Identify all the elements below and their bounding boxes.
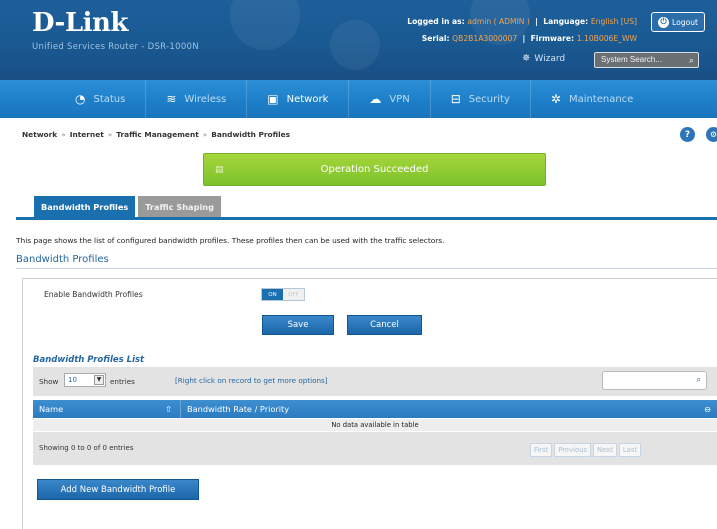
- settings-icon[interactable]: ⚙: [706, 127, 717, 142]
- nav-label: Maintenance: [568, 93, 634, 105]
- tab-bandwidth-profiles[interactable]: Bandwidth Profiles: [34, 196, 136, 217]
- nav-item-vpn[interactable]: ☁ VPN: [349, 80, 431, 118]
- add-bandwidth-profile-button[interactable]: Add New Bandwidth Profile: [37, 479, 199, 500]
- pager-next-button[interactable]: Next: [593, 443, 617, 457]
- showing-entries-text: Showing 0 to 0 of 0 entries: [39, 444, 134, 452]
- language-value[interactable]: English [US]: [591, 17, 637, 26]
- firmware-label: Firmware:: [530, 34, 575, 43]
- breadcrumb: Network» Internet» Traffic Management» Band…: [22, 130, 290, 139]
- logo: D-Link: [32, 8, 128, 38]
- enable-bandwidth-profiles-toggle[interactable]: ON OFF: [261, 288, 305, 301]
- success-message: Operation Succeeded: [320, 164, 429, 175]
- breadcrumb-separator: »: [202, 130, 208, 139]
- column-name[interactable]: Name ⇧: [33, 400, 181, 418]
- table-header: Name ⇧ Bandwidth Rate / Priority ⊖: [33, 400, 717, 418]
- page-description: This page shows the list of configured b…: [16, 236, 445, 245]
- help-icon[interactable]: ?: [680, 127, 695, 142]
- document-icon: ▤: [215, 165, 224, 175]
- monitor-icon: ▣: [267, 92, 279, 106]
- logged-in-value: admin ( ADMIN ): [467, 17, 530, 26]
- enable-bandwidth-profiles-label: Enable Bandwidth Profiles: [44, 290, 143, 299]
- product-name: Unified Services Router - DSR-1000N: [32, 42, 199, 52]
- account-info: Logged in as: admin ( ADMIN ) | Language…: [407, 17, 637, 26]
- pager-first-button[interactable]: First: [530, 443, 553, 457]
- empty-table-row: No data available in table: [33, 419, 717, 431]
- breadcrumb-item: Bandwidth Profiles: [211, 130, 291, 139]
- search-icon[interactable]: ⌕: [697, 375, 701, 385]
- search-placeholder: System Search...: [601, 55, 662, 64]
- nav-item-maintenance[interactable]: ✲ Maintenance: [531, 80, 653, 118]
- toggle-off: OFF: [283, 289, 304, 300]
- pagination: First Previous Next Last: [530, 443, 642, 457]
- breadcrumb-item[interactable]: Network: [22, 130, 57, 139]
- table-search-input[interactable]: ⌕: [602, 371, 707, 390]
- section-title: Bandwidth Profiles: [16, 254, 109, 265]
- pager-last-button[interactable]: Last: [618, 443, 642, 457]
- section-divider: [16, 268, 717, 269]
- breadcrumb-separator: »: [61, 130, 66, 139]
- entries-value: 10: [68, 376, 77, 384]
- chevron-down-icon: ▼: [94, 375, 104, 385]
- wand-icon: ✵: [522, 53, 531, 64]
- column-label: Bandwidth Rate / Priority: [187, 404, 290, 414]
- list-title: Bandwidth Profiles List: [33, 355, 145, 365]
- device-info: Serial: QB2B1A3000007 | Firmware: 1.10B0…: [421, 34, 637, 43]
- nav-item-network[interactable]: ▣ Network: [247, 80, 350, 118]
- serial-value: QB2B1A3000007: [452, 34, 518, 43]
- nav-item-security[interactable]: ⊟ Security: [431, 80, 531, 118]
- logout-button[interactable]: ⏻ Logout: [651, 12, 705, 32]
- nav-label: Network: [286, 93, 329, 105]
- sort-icon: ⇧: [165, 404, 172, 414]
- right-click-hint: [Right click on record to get more optio…: [175, 376, 328, 385]
- cancel-button[interactable]: Cancel: [347, 315, 422, 335]
- nav-label: VPN: [389, 93, 410, 105]
- column-label: Name: [39, 404, 64, 414]
- wizard-link[interactable]: ✵ Wizard: [522, 53, 565, 64]
- gear-icon: ✲: [550, 92, 561, 106]
- header-decoration: [330, 20, 380, 70]
- nav-label: Wireless: [184, 93, 227, 105]
- wifi-icon: ≋: [166, 92, 177, 106]
- main-nav: ◔ Status ≋ Wireless ▣ Network ☁ VPN ⊟ Se…: [0, 80, 717, 118]
- dashboard-icon: ◔: [75, 92, 86, 106]
- search-icon[interactable]: ⌕: [689, 53, 694, 67]
- save-button[interactable]: Save: [262, 315, 334, 335]
- breadcrumb-item[interactable]: Traffic Management: [116, 130, 198, 139]
- breadcrumb-item[interactable]: Internet: [70, 130, 104, 139]
- logout-label: Logout: [672, 17, 698, 27]
- wizard-label: Wizard: [534, 53, 566, 64]
- tab-underline: [16, 217, 717, 220]
- entries-label: entries: [110, 377, 135, 386]
- success-banner: ▤ Operation Succeeded: [203, 153, 546, 186]
- logged-in-label: Logged in as:: [407, 17, 465, 26]
- header-decoration: [230, 0, 300, 50]
- firmware-value: 1.10B006E_WW: [576, 34, 637, 43]
- tab-bar: Bandwidth Profiles Traffic Shaping: [34, 196, 221, 217]
- toggle-on: ON: [262, 289, 283, 300]
- show-label: Show: [39, 377, 59, 386]
- nav-label: Status: [93, 93, 126, 105]
- language-label: Language:: [543, 17, 589, 26]
- system-search-input[interactable]: System Search... ⌕: [594, 52, 699, 68]
- power-icon: ⏻: [658, 16, 669, 28]
- sort-icon: ⊖: [704, 404, 711, 414]
- cloud-lock-icon: ☁: [369, 92, 382, 106]
- nav-item-wireless[interactable]: ≋ Wireless: [146, 80, 248, 118]
- serial-label: Serial:: [421, 34, 450, 43]
- breadcrumb-separator: »: [107, 130, 113, 139]
- entries-select[interactable]: 10 ▼: [64, 373, 106, 387]
- lock-icon: ⊟: [450, 92, 461, 106]
- pager-previous-button[interactable]: Previous: [554, 443, 592, 457]
- tab-traffic-shaping[interactable]: Traffic Shaping: [138, 196, 221, 217]
- column-bandwidth-rate[interactable]: Bandwidth Rate / Priority ⊖: [181, 400, 717, 418]
- app-header: D-Link Unified Services Router - DSR-100…: [0, 0, 717, 80]
- nav-item-status[interactable]: ◔ Status: [55, 80, 147, 118]
- nav-label: Security: [468, 93, 510, 105]
